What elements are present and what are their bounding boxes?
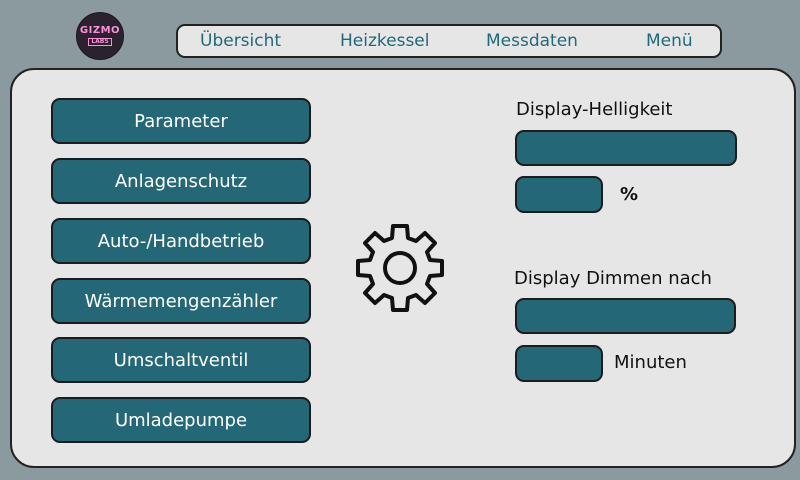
gizmo-labs-logo: GIZMO LABS [76, 12, 124, 60]
brightness-value-input[interactable] [515, 176, 603, 213]
dim-unit: Minuten [614, 352, 687, 373]
umladepumpe-button[interactable]: Umladepumpe [51, 397, 311, 443]
dim-label: Display Dimmen nach [514, 268, 712, 289]
anlagenschutz-button[interactable]: Anlagenschutz [51, 158, 311, 204]
dim-minutes-input[interactable] [515, 345, 603, 382]
nav-messdaten[interactable]: Messdaten [486, 31, 578, 51]
umschaltventil-button[interactable]: Umschaltventil [51, 337, 311, 383]
logo-top-text: GIZMO [79, 25, 121, 36]
brightness-unit: % [620, 184, 639, 205]
dim-slider[interactable] [515, 298, 736, 334]
nav-heizkessel[interactable]: Heizkessel [340, 31, 429, 51]
waermemengenzaehler-button[interactable]: Wärmemengenzähler [51, 278, 311, 324]
brightness-slider[interactable] [515, 130, 737, 166]
logo-bottom-text: LABS [88, 38, 112, 46]
parameter-button[interactable]: Parameter [51, 98, 311, 144]
auto-handbetrieb-button[interactable]: Auto-/Handbetrieb [51, 218, 311, 264]
gear-icon[interactable] [350, 218, 450, 318]
nav-uebersicht[interactable]: Übersicht [200, 31, 281, 51]
top-navigation: Übersicht Heizkessel Messdaten Menü [176, 24, 722, 58]
nav-menue[interactable]: Menü [646, 31, 693, 51]
brightness-label: Display-Helligkeit [516, 99, 673, 120]
